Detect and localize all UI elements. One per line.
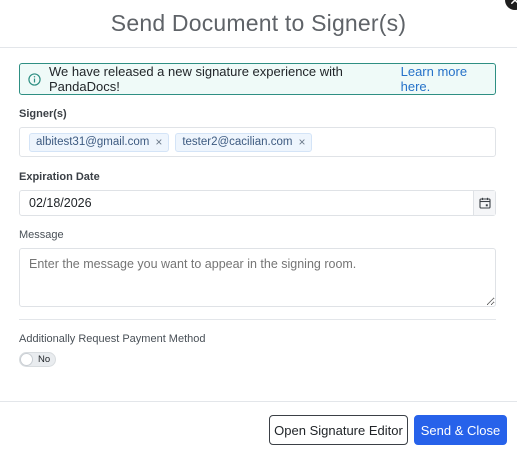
expiration-date-label: Expiration Date [19, 171, 100, 183]
remove-signer-icon[interactable]: × [155, 136, 162, 148]
section-divider [19, 319, 496, 320]
expiration-date-field[interactable]: 02/18/2026 [19, 190, 496, 216]
signers-input[interactable]: albitest31@gmail.com × tester2@cacilian.… [19, 127, 496, 157]
signer-chip: tester2@cacilian.com × [175, 132, 313, 152]
signers-label: Signer(s) [19, 108, 67, 120]
modal-header: Send Document to Signer(s) [0, 0, 517, 48]
info-icon [28, 72, 41, 86]
modal-footer: Open Signature Editor Send & Close [0, 401, 517, 454]
signer-email: albitest31@gmail.com [36, 136, 150, 148]
toggle-state-text: No [38, 354, 51, 365]
modal-title: Send Document to Signer(s) [110, 10, 407, 36]
message-label: Message [19, 229, 64, 241]
signer-email: tester2@cacilian.com [182, 136, 293, 148]
payment-method-toggle[interactable]: No [19, 352, 56, 367]
payment-method-label: Additionally Request Payment Method [19, 333, 206, 345]
open-signature-editor-button[interactable]: Open Signature Editor [269, 415, 408, 445]
toggle-knob [20, 353, 33, 366]
learn-more-link[interactable]: Learn more here. [401, 64, 495, 94]
signer-chip: albitest31@gmail.com × [29, 132, 170, 152]
info-banner: We have released a new signature experie… [19, 63, 496, 95]
calendar-button[interactable] [473, 191, 495, 215]
expiration-date-value[interactable]: 02/18/2026 [20, 196, 473, 210]
send-document-modal: Send Document to Signer(s) We have relea… [0, 0, 517, 454]
remove-signer-icon[interactable]: × [298, 136, 305, 148]
send-and-close-button[interactable]: Send & Close [414, 415, 507, 445]
message-textarea[interactable] [19, 248, 496, 307]
banner-message: We have released a new signature experie… [49, 64, 343, 94]
calendar-icon [478, 197, 491, 209]
